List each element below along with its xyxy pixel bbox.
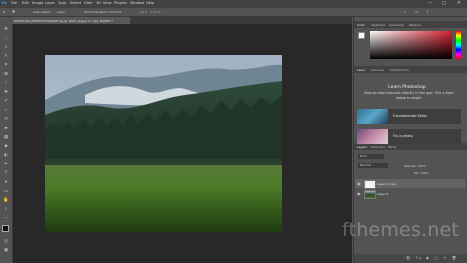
move-tool-icon[interactable]: ✥ <box>3 27 9 32</box>
brush-tool-icon[interactable]: ✐ <box>3 99 9 104</box>
color-panel-tabs: Color Swatches Gradients Patterns <box>354 21 467 28</box>
learn-panel-title: Learn Photoshop <box>388 85 426 90</box>
layer-thumbnail <box>364 180 376 189</box>
layer-row-layer-0[interactable]: ◉ Layer 0 <box>355 189 465 199</box>
learn-card-fix-a-photo[interactable]: Fix a photo <box>357 129 461 144</box>
menu-bar: Ps File Edit Image Layer Type Select Fil… <box>0 0 467 8</box>
menu-image[interactable]: Image <box>32 1 43 5</box>
menu-plugins[interactable]: Plugins <box>114 1 127 5</box>
layer-kind-filter[interactable]: Kind <box>358 154 384 159</box>
quick-mask-icon[interactable]: ◎ <box>3 239 9 244</box>
eraser-tool-icon[interactable]: ▰ <box>3 126 9 131</box>
menu-edit[interactable]: Edit <box>22 1 29 5</box>
align-icons[interactable]: ▯▯▯ ▭▭▭ ··· <box>140 10 169 14</box>
screen-mode-icon[interactable]: ▣ <box>3 248 9 253</box>
layer-thumbnail <box>364 190 376 199</box>
share-icon[interactable]: ⇪ <box>426 10 429 14</box>
document-image[interactable] <box>45 55 282 232</box>
home-icon[interactable]: ⌂ <box>3 9 6 14</box>
tab-channels[interactable]: Channels <box>371 145 385 149</box>
menu-type[interactable]: Type <box>58 1 66 5</box>
color-picker-field[interactable] <box>370 31 452 59</box>
learn-card-thumbnail <box>357 129 388 144</box>
document-tab[interactable]: DSC06102 (MP-PHOTOGRAPH-pg @ 100% (Layer… <box>12 17 130 24</box>
visibility-eye-icon[interactable]: ◉ <box>357 191 361 196</box>
visibility-eye-icon[interactable]: ◉ <box>357 181 361 186</box>
watermark-text: fthemes.net <box>342 219 460 241</box>
layer-row-layer-0-copy[interactable]: ◉ Layer 0 copy <box>355 179 465 189</box>
blur-tool-icon[interactable]: ◆ <box>3 144 9 149</box>
layer-name: Layer 0 copy <box>377 181 397 186</box>
document-tab-bar: DSC06102 (MP-PHOTOGRAPH-pg @ 100% (Layer… <box>12 17 352 24</box>
auto-select-label[interactable]: Auto-Select: <box>33 10 51 14</box>
maximize-icon[interactable]: □ <box>442 1 446 6</box>
tab-color[interactable]: Color <box>357 23 365 27</box>
show-transform-checkbox[interactable]: Show Transform Controls <box>84 10 121 14</box>
workspace-icon[interactable]: ▭ <box>415 10 418 14</box>
dodge-tool-icon[interactable]: ◐ <box>3 153 9 158</box>
layer-name: Layer 0 <box>377 191 389 196</box>
menu-filter[interactable]: Filter <box>84 1 93 5</box>
zoom-tool-icon[interactable]: ⌕ <box>3 207 9 212</box>
clone-stamp-tool-icon[interactable]: ⊥ <box>3 108 9 113</box>
color-panel-foreground-swatch[interactable] <box>358 32 365 39</box>
more-tools-icon[interactable]: ··· <box>3 216 9 221</box>
type-tool-icon[interactable]: T <box>3 171 9 176</box>
lasso-tool-icon[interactable]: ↄ <box>3 45 9 50</box>
crop-tool-icon[interactable]: ⌗ <box>3 63 9 68</box>
window-controls: — □ ✕ <box>420 0 467 8</box>
gradient-tool-icon[interactable]: ▦ <box>3 135 9 140</box>
photoshop-logo-icon[interactable]: Ps <box>2 1 7 5</box>
move-tool-icon[interactable]: ✥ <box>12 9 15 14</box>
foreground-color-swatch[interactable] <box>2 225 9 232</box>
hue-slider[interactable] <box>456 31 461 59</box>
hand-tool-icon[interactable]: ✋ <box>3 198 9 203</box>
tab-patterns[interactable]: Patterns <box>409 23 421 27</box>
frame-tool-icon[interactable]: ⊠ <box>3 72 9 77</box>
learn-panel-tabs: Learn Libraries Adjustments <box>354 66 467 73</box>
history-brush-tool-icon[interactable]: ↺ <box>3 117 9 122</box>
minimize-icon[interactable]: — <box>428 1 433 6</box>
layer-actions-icons[interactable]: ⛓ fx ◐ ▢ ＋ 🗑 <box>406 256 458 261</box>
options-bar: ⌂ ✥ Auto-Select: Layer Show Transform Co… <box>0 8 467 17</box>
learn-panel-description: Step-by-step tutorials directly in the a… <box>363 91 455 100</box>
menu-help[interactable]: Help <box>146 1 154 5</box>
menu-view[interactable]: View <box>103 1 112 5</box>
learn-card-thumbnail <box>357 109 388 124</box>
tab-libraries[interactable]: Libraries <box>371 68 384 72</box>
menu-select[interactable]: Select <box>70 1 81 5</box>
tab-swatches[interactable]: Swatches <box>371 23 385 27</box>
quick-select-tool-icon[interactable]: ✎ <box>3 54 9 59</box>
fill-field[interactable]: Fill: 100% <box>414 171 429 175</box>
tab-paths[interactable]: Paths <box>388 145 396 149</box>
tab-learn[interactable]: Learn <box>357 68 365 72</box>
healing-tool-icon[interactable]: ✚ <box>3 90 9 95</box>
tools-panel: ✥ ⬚ ↄ ✎ ⌗ ⊠ ⁄ ✚ ✐ ⊥ ↺ ▰ ▦ ◆ ◐ ✒ T ➤ ▭ ✋ … <box>0 17 13 263</box>
tab-layers[interactable]: Layers <box>357 145 367 149</box>
menu-3d[interactable]: 3D <box>96 1 101 5</box>
marquee-tool-icon[interactable]: ⬚ <box>3 36 9 41</box>
landscape-photo <box>45 55 282 232</box>
menu-layer[interactable]: Layer <box>45 1 55 5</box>
menu-file[interactable]: File <box>11 1 17 5</box>
close-icon[interactable]: ✕ <box>457 1 461 6</box>
eyedropper-tool-icon[interactable]: ⁄ <box>3 81 9 86</box>
blend-mode-select[interactable]: Normal <box>358 163 388 168</box>
rectangle-tool-icon[interactable]: ▭ <box>3 189 9 194</box>
path-select-tool-icon[interactable]: ➤ <box>3 180 9 185</box>
learn-card-fundamental-skills[interactable]: Fundamental Skills <box>357 109 461 124</box>
document-tab-title: DSC06102 (MP-PHOTOGRAPH-pg @ 100% (Layer… <box>14 18 114 23</box>
layers-panel-tabs: Layers Channels Paths <box>354 143 467 150</box>
opacity-field[interactable]: Opacity: 100% <box>404 164 426 168</box>
learn-card-label: Fundamental Skills <box>393 114 427 118</box>
learn-card-label: Fix a photo <box>393 134 413 138</box>
menu-window[interactable]: Window <box>130 1 144 5</box>
tab-gradients[interactable]: Gradients <box>389 23 404 27</box>
layers-panel-footer: ⛓ fx ◐ ▢ ＋ 🗑 <box>354 254 467 263</box>
tab-adjustments[interactable]: Adjustments <box>390 68 409 72</box>
pen-tool-icon[interactable]: ✒ <box>3 162 9 167</box>
search-icon[interactable]: ⌕ <box>404 10 406 14</box>
layer-select-dropdown[interactable]: Layer <box>57 10 65 14</box>
